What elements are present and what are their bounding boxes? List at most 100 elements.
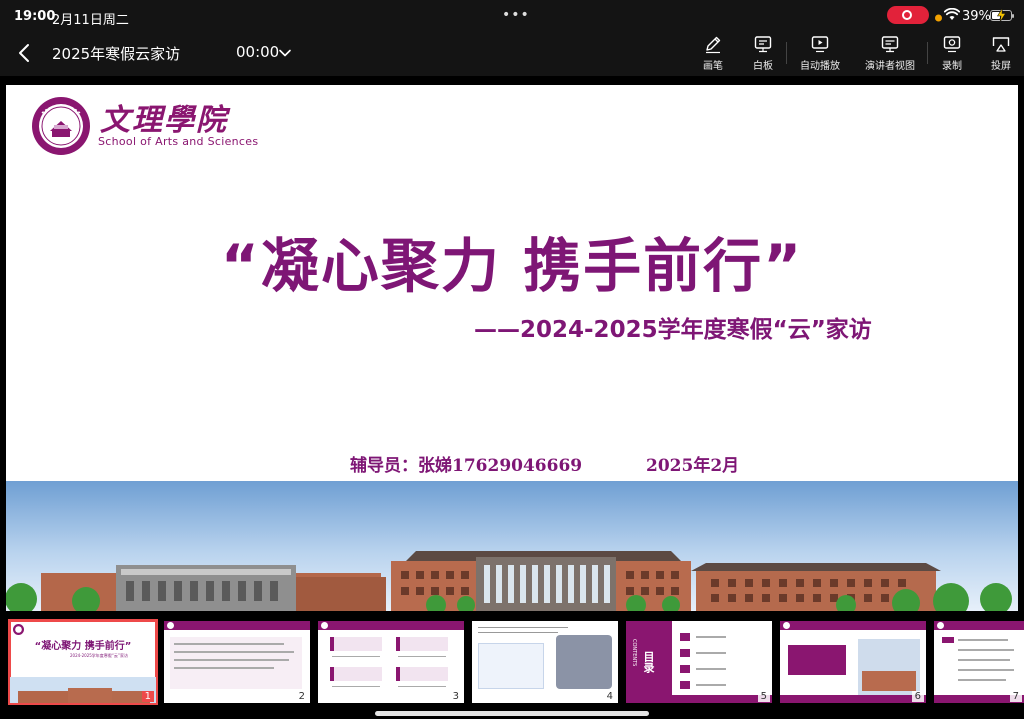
text-line bbox=[958, 649, 1014, 651]
record-label: 录制 bbox=[942, 61, 962, 72]
wifi-icon bbox=[944, 8, 960, 20]
text-line bbox=[332, 656, 380, 657]
thumbnail-campus-image bbox=[10, 677, 156, 703]
toolbar-divider bbox=[927, 42, 928, 64]
thumbnail-number: 6 bbox=[911, 691, 924, 702]
text-line bbox=[332, 686, 380, 687]
whiteboard-label: 白板 bbox=[753, 61, 773, 72]
whiteboard-button[interactable]: 白板 bbox=[748, 34, 778, 74]
text-line bbox=[696, 668, 726, 670]
text-line bbox=[174, 643, 284, 645]
status-time: 19:00 bbox=[14, 9, 56, 24]
thumbnail-title: “凝心聚力 携手前行” bbox=[34, 641, 132, 652]
college-name-cn: 文理學院 bbox=[100, 103, 228, 138]
slide-thumbnail[interactable]: 2 bbox=[164, 621, 310, 703]
campus-building-image bbox=[6, 481, 1018, 611]
thumbnail-item bbox=[330, 667, 382, 681]
record-icon bbox=[943, 36, 961, 53]
thumbnail-item bbox=[680, 649, 690, 657]
status-date: 2月11日周二 bbox=[52, 13, 129, 28]
thumbnail-screenshot bbox=[478, 643, 544, 689]
college-name-en: School of Arts and Sciences bbox=[98, 135, 259, 148]
thumbnail-number: 7 bbox=[1009, 691, 1022, 702]
mic-indicator-icon bbox=[935, 14, 942, 22]
counselor-info: 辅导员：张娣17629046669 bbox=[350, 456, 583, 476]
thumbnail-title-block bbox=[788, 645, 846, 675]
college-seal-icon bbox=[32, 97, 90, 155]
slide-thumbnail-strip[interactable]: “凝心聚力 携手前行” 2024-2025学年度寒假“云”家访 1 2 3 4 … bbox=[0, 614, 1024, 719]
current-slide[interactable]: 文理學院 School of Arts and Sciences “凝心聚力 携… bbox=[6, 85, 1018, 611]
slide-date: 2025年2月 bbox=[646, 456, 740, 476]
text-line bbox=[958, 659, 1010, 661]
thumbnail-number: 3 bbox=[449, 691, 462, 702]
toolbar-divider bbox=[786, 42, 787, 64]
text-line bbox=[696, 684, 726, 686]
slide-thumbnail[interactable]: 3 bbox=[318, 621, 464, 703]
thumbnail-number: 2 bbox=[295, 691, 308, 702]
thumbnail-item bbox=[680, 633, 690, 641]
thumbnail-header bbox=[934, 621, 1024, 630]
autoplay-label: 自动播放 bbox=[800, 61, 840, 72]
charging-icon bbox=[997, 8, 1006, 22]
autoplay-icon bbox=[811, 36, 829, 53]
thumbnail-item bbox=[396, 667, 448, 681]
thumbnail-item bbox=[680, 681, 690, 689]
presentation-toolbar: 2025年寒假云家访 00:00 画笔 白板 自动播放 演讲者视图 录制 投屏 bbox=[0, 32, 1024, 76]
presenter-view-label: 演讲者视图 bbox=[865, 61, 915, 72]
thumbnail-building bbox=[862, 671, 916, 691]
home-indicator[interactable] bbox=[375, 711, 649, 716]
thumbnail-subtitle: 2024-2025学年度寒假“云”家访 bbox=[70, 653, 128, 658]
presenter-view-button[interactable]: 演讲者视图 bbox=[862, 34, 918, 74]
slide-thumbnail[interactable]: “凝心聚力 携手前行” 2024-2025学年度寒假“云”家访 1 bbox=[8, 619, 158, 705]
cast-button[interactable]: 投屏 bbox=[986, 34, 1016, 74]
college-seal-icon bbox=[13, 624, 24, 635]
thumbnail-header bbox=[164, 621, 310, 630]
record-button[interactable]: 录制 bbox=[937, 34, 967, 74]
thumbnail-contents-label-en: CONTENTS bbox=[631, 639, 637, 667]
text-line bbox=[958, 679, 1006, 681]
slide-thumbnail[interactable]: 目录 CONTENTS 5 bbox=[626, 621, 772, 703]
thumbnail-photo bbox=[556, 635, 612, 689]
thumbnail-header bbox=[318, 621, 464, 630]
text-line bbox=[696, 652, 726, 654]
presenter-view-icon bbox=[881, 36, 899, 53]
pen-label: 画笔 bbox=[703, 61, 723, 72]
thumbnail-number: 5 bbox=[757, 691, 770, 702]
autoplay-button[interactable]: 自动播放 bbox=[798, 34, 842, 74]
thumbnail-contents-label: 目录 bbox=[642, 651, 655, 673]
thumbnail-item bbox=[396, 637, 448, 651]
thumbnail-header bbox=[780, 621, 926, 630]
status-bar: 19:00 2月11日周二 ••• 39% bbox=[0, 0, 1024, 32]
text-line bbox=[398, 656, 446, 657]
text-line bbox=[174, 659, 289, 661]
thumbnail-number: 4 bbox=[603, 691, 616, 702]
cast-label: 投屏 bbox=[991, 61, 1011, 72]
pen-button[interactable]: 画笔 bbox=[698, 34, 728, 74]
slide-thumbnail[interactable]: 4 bbox=[472, 621, 618, 703]
screen-recording-indicator[interactable] bbox=[887, 6, 929, 24]
slide-thumbnail[interactable]: 6 bbox=[780, 621, 926, 703]
thumbnail-item bbox=[330, 637, 382, 651]
battery-percent: 39% bbox=[962, 9, 991, 24]
text-line bbox=[174, 667, 274, 669]
chevron-down-icon[interactable] bbox=[278, 46, 292, 60]
thumbnail-item bbox=[680, 665, 690, 673]
document-title: 2025年寒假云家访 bbox=[52, 45, 181, 63]
text-line bbox=[478, 632, 558, 633]
thumbnail-footer bbox=[780, 695, 926, 703]
thumbnail-item bbox=[942, 637, 954, 643]
text-line bbox=[174, 651, 294, 653]
back-icon[interactable] bbox=[12, 40, 38, 66]
slide-thumbnail[interactable]: 7 bbox=[934, 621, 1024, 703]
thumbnail-number: 1 bbox=[141, 691, 154, 702]
presentation-timer[interactable]: 00:00 bbox=[236, 43, 279, 61]
slide-title: “凝心聚力 携手前行” bbox=[220, 232, 804, 300]
slide-subtitle: ——2024-2025学年度寒假“云”家访 bbox=[474, 317, 872, 343]
whiteboard-icon bbox=[754, 36, 772, 53]
multitasking-dots[interactable]: ••• bbox=[502, 7, 530, 23]
text-line bbox=[958, 669, 1014, 671]
thumbnail-footer bbox=[626, 695, 772, 703]
text-line bbox=[478, 627, 568, 628]
cast-icon bbox=[992, 37, 1010, 52]
pen-icon bbox=[706, 36, 721, 54]
